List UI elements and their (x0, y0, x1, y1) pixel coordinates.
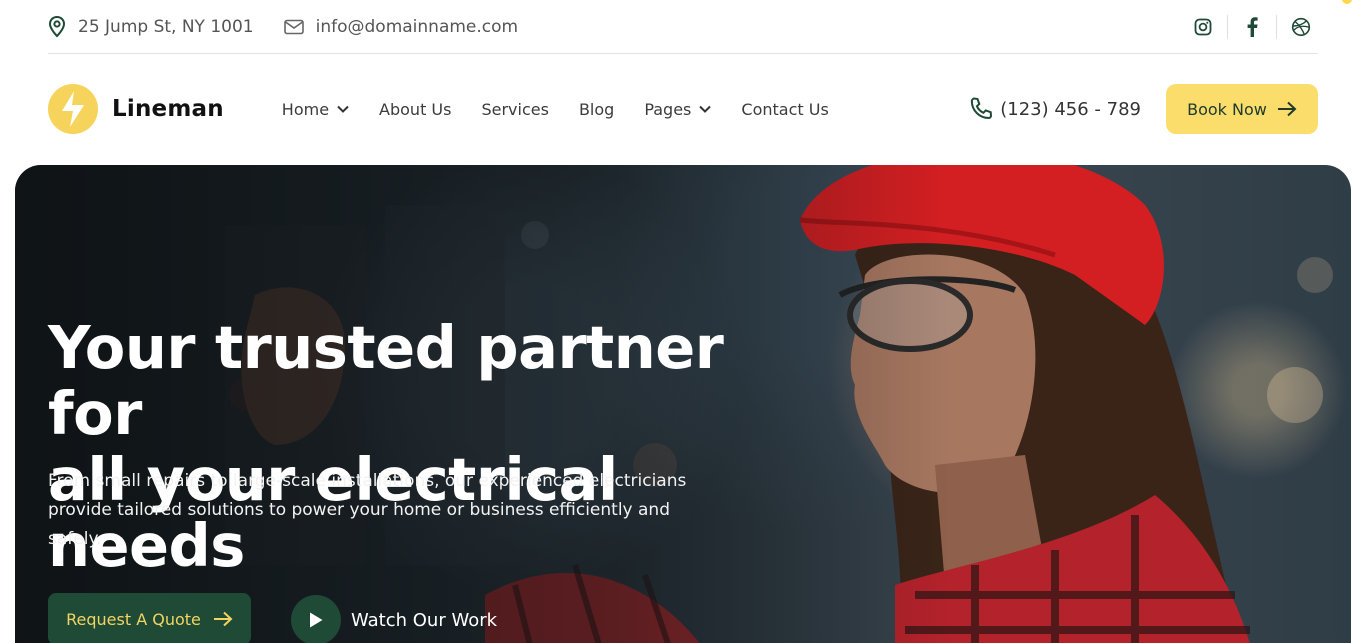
nav-item-services[interactable]: Services (481, 100, 548, 119)
book-now-button[interactable]: Book Now (1166, 84, 1318, 134)
nav-item-pages[interactable]: Pages (644, 99, 712, 119)
watch-label: Watch Our Work (351, 609, 498, 631)
decorative-dot (1342, 0, 1352, 4)
nav-item-blog[interactable]: Blog (579, 100, 614, 119)
nav-menu: Home About Us Services Blog Pages Contac… (282, 100, 859, 119)
hero-section: Your trusted partner for all your electr… (15, 165, 1351, 643)
social-links (1186, 14, 1318, 40)
lightning-logo-icon (48, 84, 98, 134)
nav-item-label: Blog (578, 99, 615, 119)
request-quote-button[interactable]: Request A Quote (48, 593, 251, 643)
nav-item-about[interactable]: About Us (379, 100, 451, 119)
nav-item-label: Home (281, 99, 330, 119)
address-text: 25 Jump St, NY 1001 (78, 16, 254, 37)
main-nav: Lineman Home About Us Services Blog Page… (48, 82, 1318, 136)
email-link[interactable]: info@domainname.com (316, 17, 518, 37)
request-quote-label: Request A Quote (66, 609, 201, 629)
phone-text: (123) 456 - 789 (1000, 98, 1141, 120)
divider (1227, 14, 1228, 39)
address-info: 25 Jump St, NY 1001 (48, 15, 254, 38)
book-now-label: Book Now (1187, 99, 1267, 119)
divider (1276, 14, 1277, 39)
facebook-icon[interactable] (1235, 14, 1269, 40)
nav-item-contact[interactable]: Contact Us (741, 100, 828, 119)
arrow-right-icon (1277, 101, 1297, 117)
mail-icon (283, 19, 304, 34)
dribbble-icon[interactable] (1284, 14, 1318, 40)
phone-number[interactable]: (123) 456 - 789 (968, 96, 1141, 122)
brand-name: Lineman (112, 96, 224, 122)
nav-item-home[interactable]: Home (282, 100, 349, 119)
top-info-bar: 25 Jump St, NY 1001 info@domainname.com (48, 0, 1318, 54)
map-pin-icon (48, 15, 66, 37)
headline-line-1: Your trusted partner for (48, 313, 724, 448)
phone-icon (971, 97, 993, 120)
hero-subtext: From small repairs to large-scale instal… (48, 471, 687, 549)
chevron-down-icon (337, 105, 349, 113)
brand[interactable]: Lineman (48, 84, 224, 134)
nav-item-label: Contact Us (741, 99, 829, 119)
play-icon[interactable] (291, 595, 341, 643)
nav-item-label: Services (481, 99, 549, 119)
nav-item-label: Pages (644, 99, 692, 119)
instagram-icon[interactable] (1186, 14, 1220, 40)
chevron-down-icon (699, 105, 712, 113)
nav-item-label: About Us (379, 99, 452, 119)
email-info[interactable]: info@domainname.com (283, 17, 518, 37)
watch-our-work-button[interactable]: Watch Our Work (291, 595, 497, 643)
arrow-right-icon (213, 611, 233, 627)
